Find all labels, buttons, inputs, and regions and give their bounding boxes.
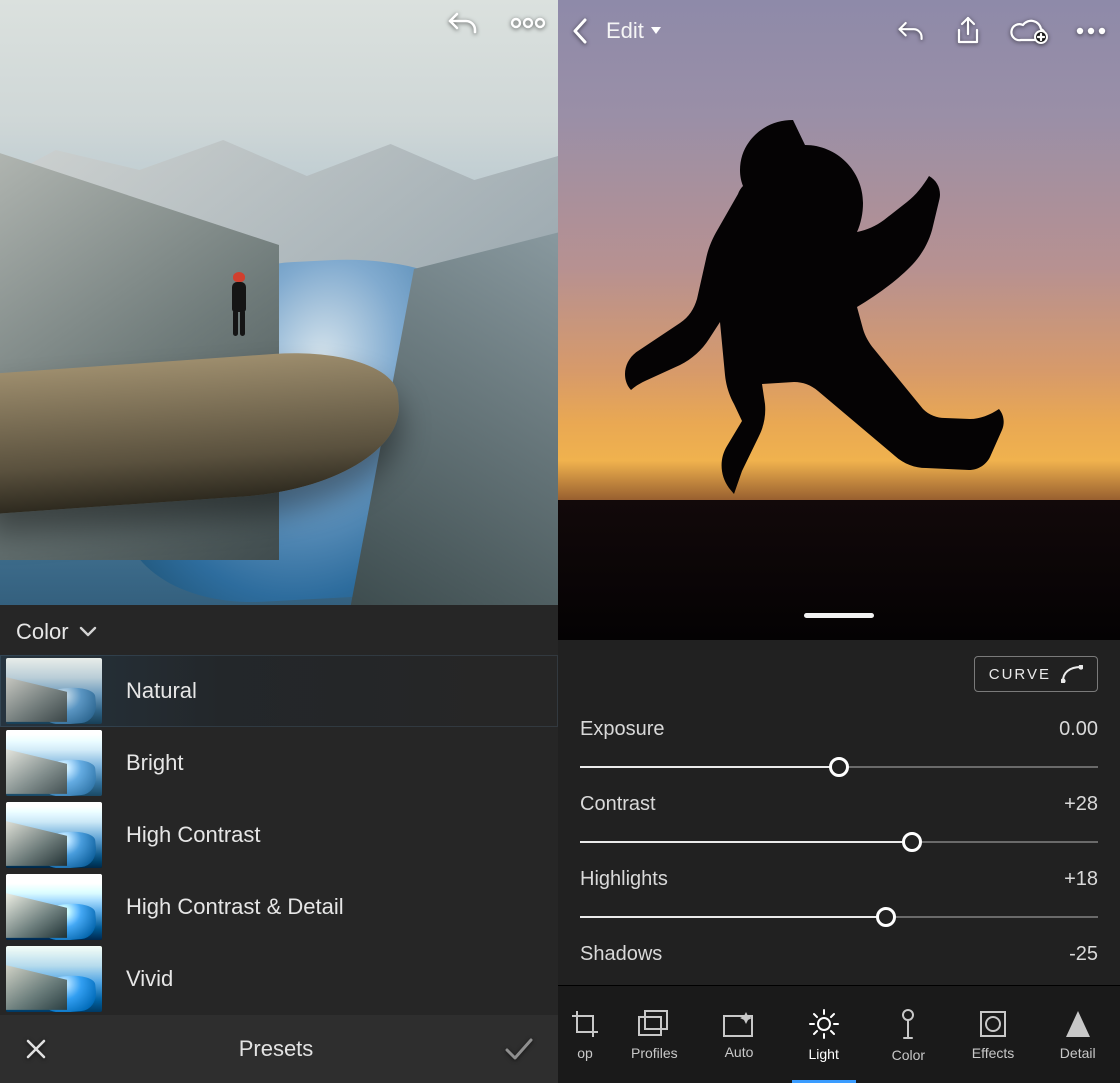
- slider-value: +18: [1064, 868, 1098, 891]
- cancel-button[interactable]: [24, 1037, 48, 1061]
- auto-icon: [722, 1010, 756, 1038]
- chevron-left-icon: [572, 17, 588, 45]
- slider-highlights: Highlights +18: [580, 868, 1098, 927]
- preset-item[interactable]: Vivid: [0, 943, 558, 1015]
- preset-thumbnail: [6, 874, 102, 940]
- curve-button[interactable]: CURVE: [974, 656, 1098, 692]
- tool-label: Detail: [1060, 1045, 1096, 1061]
- presets-bottom-bar: Presets: [0, 1015, 558, 1083]
- preview-image[interactable]: [558, 0, 1120, 640]
- preset-list[interactable]: Natural Bright High Contrast High Contrast …: [0, 655, 558, 1015]
- profiles-icon: [637, 1009, 671, 1039]
- slider-thumb[interactable]: [829, 757, 849, 777]
- slider-shadows: Shadows -25: [580, 943, 1098, 966]
- light-icon: [808, 1008, 840, 1040]
- preset-category-dropdown[interactable]: Color: [0, 605, 558, 655]
- preset-label: Natural: [126, 678, 197, 704]
- slider-value: 0.00: [1059, 718, 1098, 741]
- slider-track[interactable]: [580, 832, 1098, 852]
- undo-icon[interactable]: [896, 19, 926, 43]
- presets-screen: Color Natural Bright High Contrast High Con…: [0, 0, 558, 1083]
- preset-label: High Contrast & Detail: [126, 894, 344, 920]
- slider-track[interactable]: [580, 757, 1098, 777]
- preset-item[interactable]: High Contrast: [0, 799, 558, 871]
- more-options-icon[interactable]: [510, 16, 546, 30]
- caret-down-icon: [650, 26, 662, 36]
- slider-name: Highlights: [580, 868, 668, 891]
- slider-thumb[interactable]: [876, 907, 896, 927]
- edit-tool-tabs: op Profiles Auto Light Color Effects Detail: [558, 985, 1120, 1083]
- panel-title: Presets: [239, 1036, 314, 1062]
- close-icon: [24, 1037, 48, 1061]
- mountain-fjord-photo: [0, 0, 558, 605]
- mode-dropdown[interactable]: Edit: [606, 18, 662, 44]
- tool-tab-effects[interactable]: Effects: [951, 986, 1036, 1083]
- curve-label: CURVE: [989, 666, 1051, 683]
- preview-image[interactable]: [0, 0, 558, 605]
- tool-tab-profiles[interactable]: Profiles: [612, 986, 697, 1083]
- undo-icon[interactable]: [446, 10, 480, 36]
- confirm-button[interactable]: [504, 1037, 534, 1061]
- preset-item[interactable]: High Contrast & Detail: [0, 871, 558, 943]
- preset-item[interactable]: Bright: [0, 727, 558, 799]
- tool-label: Profiles: [631, 1045, 678, 1061]
- silhouette-person: [618, 100, 1048, 540]
- crop-icon: [570, 1009, 600, 1039]
- mode-label: Edit: [606, 18, 644, 44]
- cloud-sync-icon[interactable]: [1010, 18, 1048, 44]
- more-options-icon[interactable]: [1076, 26, 1106, 36]
- preset-label: High Contrast: [126, 822, 261, 848]
- preset-label: Bright: [126, 750, 183, 776]
- tool-label: Light: [809, 1046, 839, 1062]
- preset-thumbnail: [6, 802, 102, 868]
- slider-name: Contrast: [580, 793, 656, 816]
- slider-thumb[interactable]: [902, 832, 922, 852]
- preset-thumbnail: [6, 946, 102, 1012]
- detail-icon: [1065, 1009, 1091, 1039]
- tool-tab-light[interactable]: Light: [781, 986, 866, 1083]
- check-icon: [504, 1037, 534, 1061]
- edit-screen: Edit: [558, 0, 1120, 1083]
- slider-name: Shadows: [580, 943, 662, 966]
- preset-thumbnail: [6, 730, 102, 796]
- back-button[interactable]: [572, 17, 588, 45]
- effects-icon: [978, 1009, 1008, 1039]
- tool-label: Auto: [725, 1044, 754, 1060]
- light-adjust-panel: CURVE Exposure 0.00 Contrast +28 Highlights +…: [558, 640, 1120, 985]
- tool-label: Effects: [972, 1045, 1015, 1061]
- slider-name: Exposure: [580, 718, 665, 741]
- slider-track[interactable]: [580, 907, 1098, 927]
- drag-handle[interactable]: [804, 613, 874, 618]
- slider-contrast: Contrast +28: [580, 793, 1098, 852]
- slider-value: +28: [1064, 793, 1098, 816]
- tool-tab-auto[interactable]: Auto: [697, 986, 782, 1083]
- tool-tab-crop[interactable]: op: [558, 986, 612, 1083]
- chevron-down-icon: [79, 626, 97, 638]
- preset-panel: Color Natural Bright High Contrast High Con…: [0, 605, 558, 1015]
- tool-tab-detail[interactable]: Detail: [1035, 986, 1120, 1083]
- preset-category-label: Color: [16, 619, 69, 645]
- color-icon: [896, 1007, 920, 1041]
- preset-label: Vivid: [126, 966, 173, 992]
- edit-top-bar: Edit: [558, 8, 1120, 54]
- preset-item[interactable]: Natural: [0, 655, 558, 727]
- tool-label: op: [577, 1045, 593, 1061]
- slider-exposure: Exposure 0.00: [580, 718, 1098, 777]
- share-icon[interactable]: [954, 16, 982, 46]
- tool-label: Color: [892, 1047, 925, 1063]
- preset-thumbnail: [6, 658, 102, 724]
- tool-tab-color[interactable]: Color: [866, 986, 951, 1083]
- curve-icon: [1061, 665, 1083, 683]
- slider-value: -25: [1069, 943, 1098, 966]
